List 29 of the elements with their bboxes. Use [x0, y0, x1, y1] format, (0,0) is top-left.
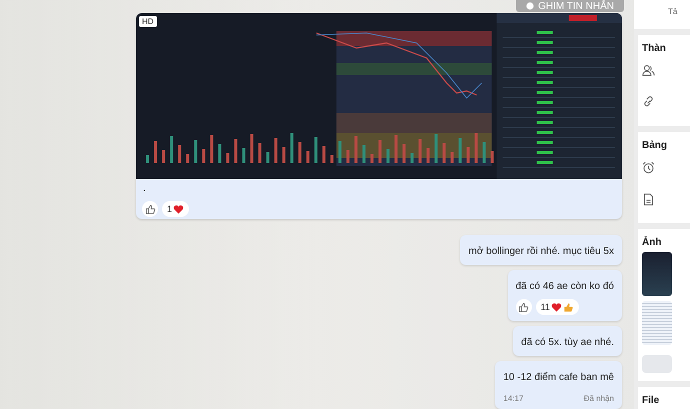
heart-icon: [550, 302, 562, 312]
reaction-count[interactable]: 11: [536, 299, 579, 315]
hd-badge: HD: [139, 16, 157, 28]
link-icon[interactable]: [642, 96, 655, 109]
section-title[interactable]: Ảnh: [642, 237, 690, 248]
chart-thumbnail[interactable]: [642, 252, 672, 296]
section-title[interactable]: Thàn: [642, 43, 690, 54]
members-icon[interactable]: [642, 64, 655, 77]
thumbs-up-icon: [518, 302, 530, 312]
like-button[interactable]: [142, 201, 158, 218]
message-text: đã có 5x. tùy ae nhé.: [521, 337, 614, 348]
thumbs-up-icon: [562, 302, 574, 312]
message-text: 10 -12 điểm cafe ban mê: [503, 372, 614, 383]
thumbs-up-icon: [144, 204, 156, 215]
heart-icon: [173, 204, 184, 215]
chart-screenshot-drawing[interactable]: [136, 13, 622, 180]
message-caption: .: [142, 182, 147, 196]
message-text: mở bollinger rồi nhé. mục tiêu 5x: [468, 246, 614, 257]
section-title[interactable]: Bảng: [642, 140, 690, 151]
like-button[interactable]: [516, 299, 532, 315]
message-time: 14:17: [503, 394, 524, 403]
alarm-clock-icon[interactable]: [642, 161, 655, 174]
message-text: đã có 46 ae còn ko đó: [516, 281, 614, 292]
table-thumbnail[interactable]: [642, 301, 672, 345]
pin-icon: [526, 2, 534, 10]
document-icon[interactable]: [642, 193, 655, 206]
panel-header: Tả: [668, 7, 678, 16]
delivery-status: Đã nhận: [584, 394, 614, 403]
reaction-count[interactable]: 1: [162, 201, 190, 218]
